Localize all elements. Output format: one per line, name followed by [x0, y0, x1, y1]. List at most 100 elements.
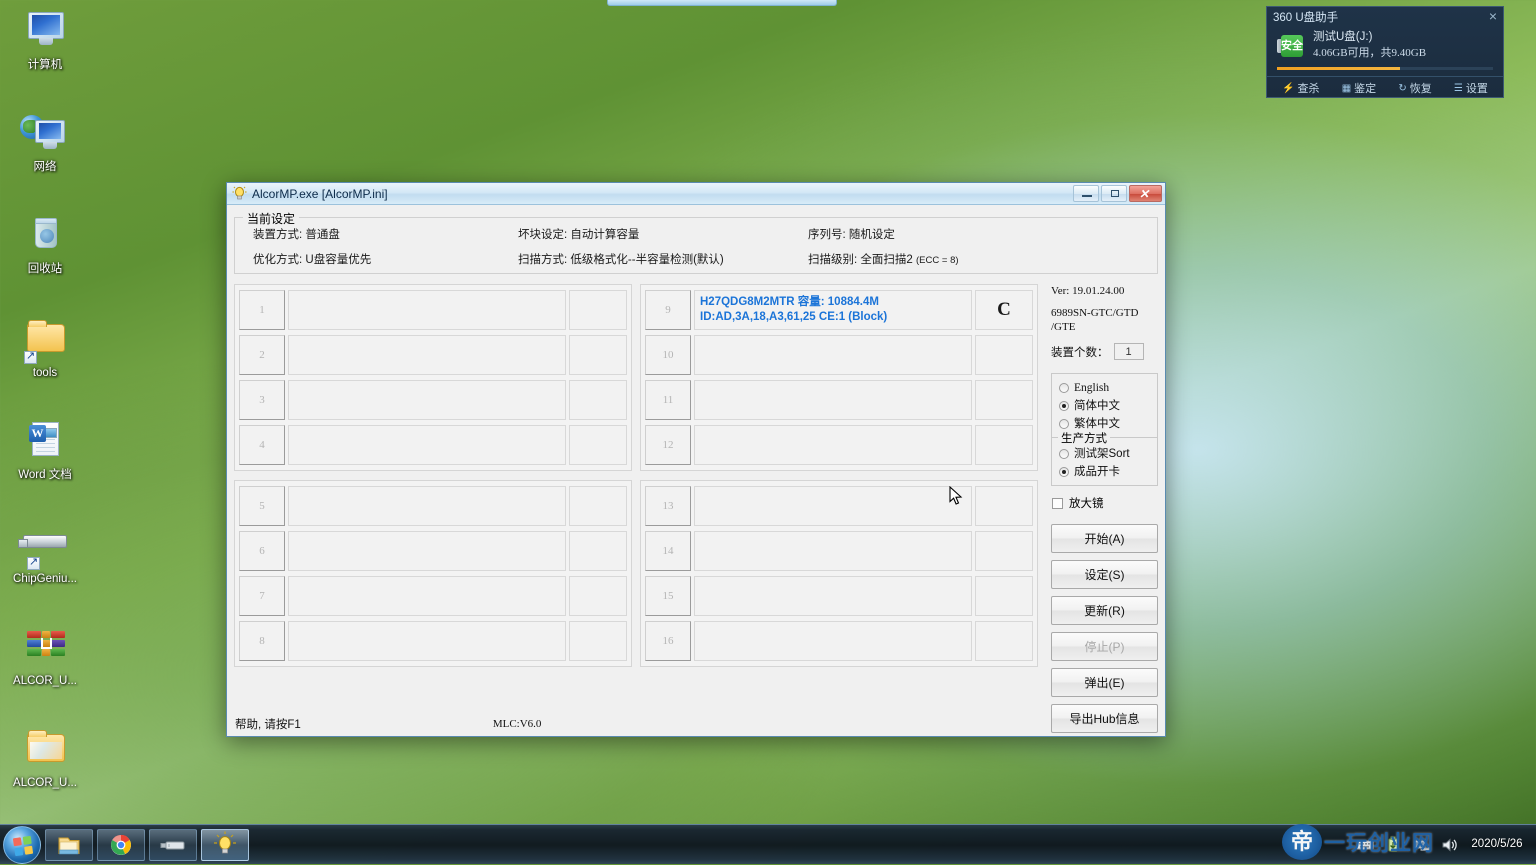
folder-icon — [19, 728, 71, 774]
desktop-icon-recycle-bin[interactable]: 回收站 — [0, 214, 90, 276]
slot-status — [569, 486, 627, 526]
desktop-icon-label: tools — [0, 367, 90, 380]
device-count-label: 装置个数： — [1051, 344, 1109, 360]
desktop-icon-label: 计算机 — [0, 59, 90, 72]
usb-icon — [150, 830, 196, 860]
slot-row[interactable]: 4 — [239, 425, 627, 465]
slot-row[interactable]: 13 — [645, 486, 1033, 526]
desktop-icon-computer[interactable]: 计算机 — [0, 10, 90, 72]
restore-icon: ↻ — [1398, 83, 1406, 94]
slot-row[interactable]: 2 — [239, 335, 627, 375]
magnifier-checkbox[interactable]: 放大镜 — [1051, 495, 1158, 511]
desktop-icon-chipgenius[interactable]: ChipGeniu... — [0, 524, 90, 586]
slot-panel-9-12: 9 H27QDG8M2MTR 容量: 10884.4M ID:AD,3A,18,… — [640, 284, 1038, 471]
taskbar-chrome[interactable] — [97, 829, 145, 861]
slot-info — [694, 425, 972, 465]
slot-row[interactable]: 12 — [645, 425, 1033, 465]
radio-english[interactable]: English — [1059, 379, 1150, 397]
close-button[interactable]: ✕ — [1129, 185, 1162, 202]
u360-restore-action[interactable]: ↻ 恢复 — [1398, 80, 1431, 96]
radio-finished-product[interactable]: 成品开卡 — [1059, 463, 1150, 481]
settings-button[interactable]: 设定(S) — [1051, 560, 1158, 589]
slot-info — [694, 380, 972, 420]
slot-row[interactable]: 5 — [239, 486, 627, 526]
slot-row[interactable]: 15 — [645, 576, 1033, 616]
taskbar-clock[interactable]: 2020/5/26 — [1468, 838, 1530, 851]
desktop-icon-tools[interactable]: tools — [0, 318, 90, 380]
refresh-button[interactable]: 更新(R) — [1051, 596, 1158, 625]
eject-button[interactable]: 弹出(E) — [1051, 668, 1158, 697]
radio-dot — [1059, 383, 1069, 393]
taskbar-usb-tool[interactable] — [149, 829, 197, 861]
side-panel: Ver: 19.01.24.00 6989SN-GTC/GTD /GTE 装置个… — [1047, 284, 1158, 733]
slot-info — [694, 621, 972, 661]
taskbar-explorer[interactable] — [45, 829, 93, 861]
desktop-icon-word-doc[interactable]: W Word 文档 — [0, 420, 90, 482]
slot-row[interactable]: 7 — [239, 576, 627, 616]
slot-row[interactable]: 11 — [645, 380, 1033, 420]
u360-identify-action[interactable]: ▦ 鉴定 — [1342, 80, 1376, 96]
slot-number: 8 — [239, 621, 285, 661]
slot-info — [288, 621, 566, 661]
u360-panel: 360 U盘助手 × 安全 测试U盘(J:) 4.06GB可用，共9.40GB … — [1266, 6, 1504, 98]
setting-scan-mode: 扫描方式: 低级格式化--半容量检测(默认) — [518, 251, 808, 267]
settings-legend: 当前设定 — [243, 210, 299, 227]
maximize-button[interactable] — [1101, 185, 1127, 202]
window-titlebar[interactable]: AlcorMP.exe [AlcorMP.ini] ✕ — [227, 183, 1165, 205]
minimize-button[interactable] — [1073, 185, 1099, 202]
action-buttons: 开始(A) 设定(S) 更新(R) 停止(P) 弹出(E) 导出Hub信息 — [1051, 524, 1158, 733]
slot-row[interactable]: 16 — [645, 621, 1033, 661]
desktop-icon-label: 网络 — [0, 161, 90, 174]
slot-row[interactable]: 1 — [239, 290, 627, 330]
desktop-icon-alcor-archive[interactable]: ALCOR_U... — [0, 626, 90, 688]
taskbar-alcormp[interactable] — [201, 829, 249, 861]
volume-icon[interactable] — [1440, 836, 1458, 854]
slot-row[interactable]: 8 — [239, 621, 627, 661]
slot-row[interactable]: 6 — [239, 531, 627, 571]
slot-info — [694, 576, 972, 616]
production-mode-legend: 生产方式 — [1058, 430, 1110, 446]
slot-row[interactable]: 3 — [239, 380, 627, 420]
desktop-icon-label: 回收站 — [0, 263, 90, 276]
usb-safely-remove-icon[interactable] — [1384, 836, 1402, 854]
usb-shortcut-icon — [19, 524, 71, 570]
slot-number: 2 — [239, 335, 285, 375]
slot-number: 7 — [239, 576, 285, 616]
close-icon[interactable]: × — [1489, 9, 1497, 24]
lightbulb-icon — [202, 830, 248, 860]
slot-info — [694, 335, 972, 375]
keyboard-layout-icon[interactable] — [1356, 836, 1374, 854]
u360-drive-name: 测试U盘(J:) — [1313, 29, 1426, 45]
production-mode-group: 生产方式 测试架Sort 成品开卡 — [1051, 437, 1158, 486]
slot-number: 11 — [645, 380, 691, 420]
slot-info — [694, 486, 972, 526]
desktop-icon-alcor-folder[interactable]: ALCOR_U... — [0, 728, 90, 790]
slot-status — [569, 380, 627, 420]
u360-capacity: 4.06GB可用，共9.40GB — [1313, 45, 1426, 61]
radio-test-sort[interactable]: 测试架Sort — [1059, 445, 1150, 463]
grid-icon: ▦ — [1342, 83, 1351, 94]
start-orb[interactable] — [3, 826, 41, 864]
device-count-input[interactable] — [1114, 343, 1144, 360]
stop-button: 停止(P) — [1051, 632, 1158, 661]
desktop-icon-network[interactable]: 网络 — [0, 112, 90, 174]
radio-dot — [1059, 449, 1069, 459]
window-title: AlcorMP.exe [AlcorMP.ini] — [252, 187, 388, 201]
lightbulb-icon — [232, 186, 247, 201]
slot-row[interactable]: 9 H27QDG8M2MTR 容量: 10884.4M ID:AD,3A,18,… — [645, 290, 1033, 330]
u360-scan-action[interactable]: ⚡ 查杀 — [1282, 80, 1319, 96]
u360-settings-action[interactable]: ☰ 设置 — [1454, 80, 1488, 96]
network-icon[interactable] — [1412, 836, 1430, 854]
current-settings-group: 当前设定 装置方式: 普通盘 坏块设定: 自动计算容量 序列号: 随机设定 优化… — [234, 217, 1158, 274]
u360-actions: ⚡ 查杀 ▦ 鉴定 ↻ 恢复 ☰ 设置 — [1267, 76, 1503, 99]
slot-row[interactable]: 14 — [645, 531, 1033, 571]
slot-row[interactable]: 10 — [645, 335, 1033, 375]
start-button[interactable]: 开始(A) — [1051, 524, 1158, 553]
slot-number: 6 — [239, 531, 285, 571]
radio-simplified-chinese[interactable]: 简体中文 — [1059, 397, 1150, 415]
slot-status — [975, 531, 1033, 571]
slot-info — [288, 425, 566, 465]
language-group: English 简体中文 繁体中文 — [1051, 373, 1158, 438]
main-area: 1 2 — [234, 284, 1158, 733]
radio-dot — [1059, 467, 1069, 477]
